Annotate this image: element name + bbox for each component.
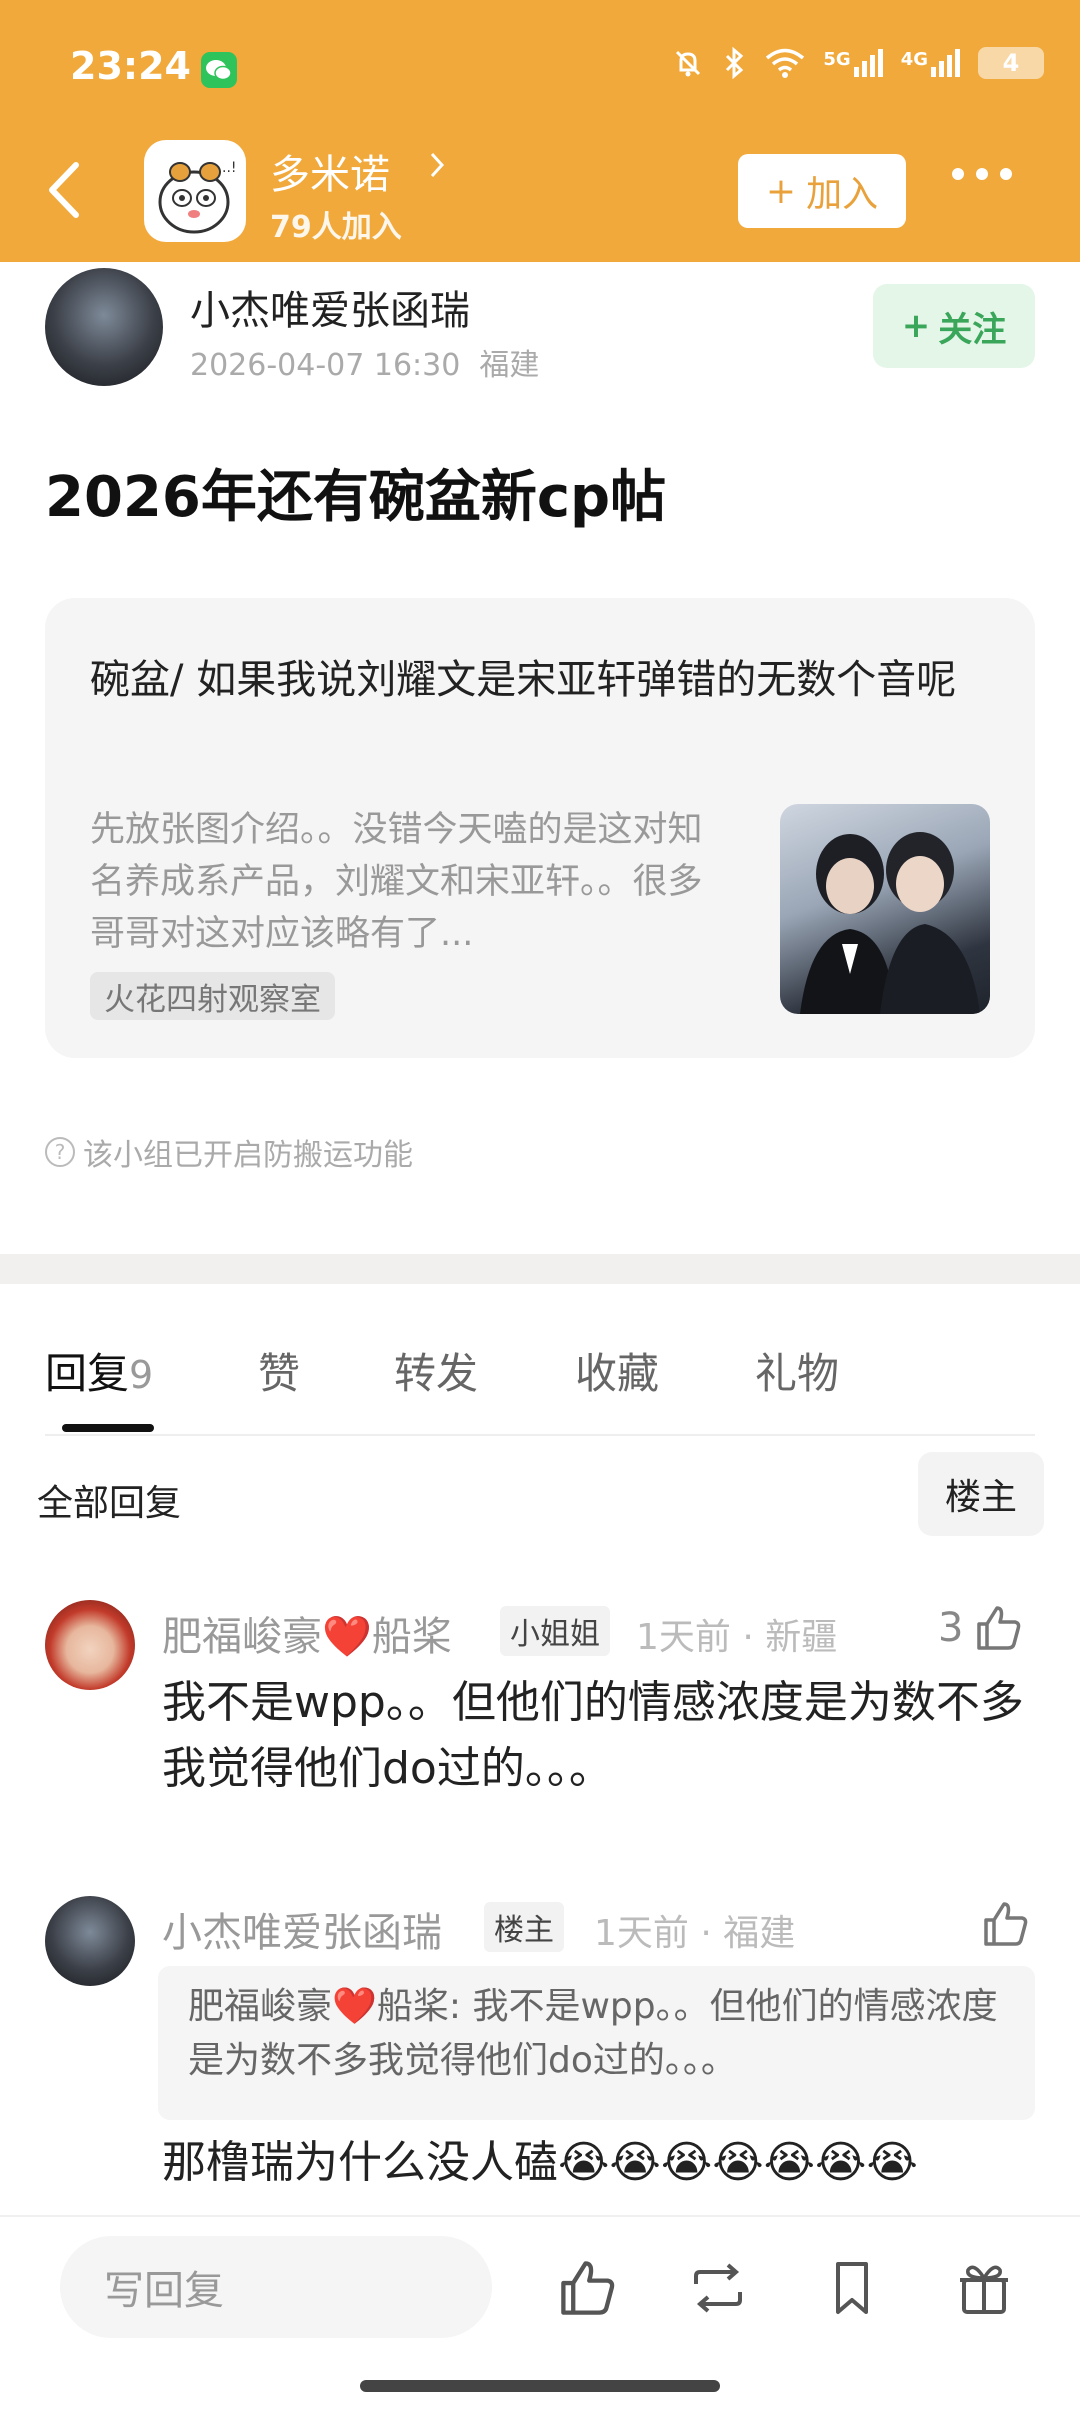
shared-post-title[interactable]: 碗盆/ 如果我说刘耀文是宋亚轩弹错的无数个音呢 [90, 646, 990, 714]
shared-post-image[interactable] [780, 804, 990, 1014]
group-name[interactable]: 多米诺 [270, 142, 390, 200]
bookmark-icon [836, 2262, 868, 2314]
more-options-button[interactable] [952, 168, 1012, 180]
section-divider [0, 1254, 1080, 1284]
commenter-name[interactable]: 小杰唯爱张函瑞 [162, 1900, 442, 1958]
repost-icon [694, 2263, 742, 2313]
wechat-notification-icon [201, 52, 237, 88]
mute-icon [676, 50, 701, 77]
chevron-right-icon[interactable] [426, 148, 448, 191]
like-count: 3 [938, 1605, 964, 1651]
gift-icon [960, 2265, 1008, 2314]
reply-input[interactable]: 写回复 [60, 2236, 492, 2338]
comment-meta: 1天前 · 新疆 [636, 1617, 838, 1658]
group-avatar[interactable]: ..! [144, 140, 246, 242]
group-header: 23:24 5G 4G 4 ..! 多米诺 79人加入 + 加入 [0, 0, 1080, 262]
like-post-button[interactable] [556, 2256, 620, 2320]
wifi-icon [766, 48, 805, 78]
status-icons: 5G 4G 4 [671, 46, 1044, 80]
thumbs-up-icon [984, 1902, 1028, 1946]
join-group-button[interactable]: + 加入 [738, 154, 906, 228]
signal-5g-icon: 5G [823, 49, 883, 77]
post-meta: 2026-04-07 16:30 福建 [190, 348, 540, 383]
commenter-avatar[interactable] [45, 1600, 135, 1690]
heart-icon: ❤️ [322, 1614, 372, 1660]
op-only-filter-button[interactable]: 楼主 [918, 1452, 1044, 1536]
question-mark-icon: ? [45, 1137, 75, 1167]
comment-meta: 1天前 · 福建 [594, 1913, 796, 1954]
user-badge: 小姐姐 [500, 1606, 610, 1656]
shared-post-excerpt[interactable]: 先放张图介绍。。没错今天嗑的是这对知名养成系产品，刘耀文和宋亚轩。。很多哥哥对这… [90, 804, 710, 960]
antitheft-notice: ? 该小组已开启防搬运功能 [45, 1130, 413, 1174]
all-replies-label[interactable]: 全部回复 [37, 1474, 181, 1526]
thumbs-up-icon [977, 1606, 1021, 1650]
gift-button[interactable] [952, 2256, 1016, 2320]
bookmark-button[interactable] [820, 2256, 884, 2320]
plus-icon: + [765, 170, 797, 212]
tab-favorites[interactable]: 收藏 [575, 1340, 659, 1401]
plus-icon: + [901, 306, 931, 346]
shared-post-tag[interactable]: 火花四射观察室 [90, 972, 335, 1020]
signal-4g-icon: 4G [901, 49, 960, 77]
comment-text: 我不是wpp。。但他们的情感浓度是为数不多我觉得他们do过的。。。 [162, 1677, 1024, 1794]
tab-gifts[interactable]: 礼物 [755, 1340, 839, 1401]
follow-button[interactable]: + 关注 [873, 284, 1035, 368]
tabs-divider [45, 1434, 1035, 1436]
bluetooth-icon [726, 46, 744, 80]
tab-replies[interactable]: 回复9 [45, 1340, 153, 1401]
thumbs-up-icon [561, 2261, 615, 2315]
active-tab-indicator [62, 1424, 154, 1432]
heart-icon: ❤️ [332, 1986, 377, 2027]
status-time: 23:24 [70, 44, 191, 88]
author-name[interactable]: 小杰唯爱张函瑞 [190, 278, 470, 336]
svg-text:..!: ..! [222, 160, 237, 176]
group-member-count: 79人加入 [270, 210, 402, 245]
comment-like-button[interactable]: 3 [938, 1602, 1025, 1654]
quoted-reply[interactable]: 肥福峻豪❤️船桨: 我不是wpp。。但他们的情感浓度是为数不多我觉得他们do过的… [158, 1966, 1035, 2120]
commenter-name[interactable]: 肥福峻豪❤️船桨 [162, 1604, 452, 1662]
tab-likes[interactable]: 赞 [258, 1340, 300, 1401]
join-label: 加入 [806, 174, 879, 215]
post-title: 2026年还有碗盆新cp帖 [45, 465, 667, 530]
back-button[interactable] [40, 155, 90, 225]
author-avatar[interactable] [45, 268, 163, 386]
commenter-avatar[interactable] [45, 1896, 135, 1986]
tab-reposts[interactable]: 转发 [394, 1340, 478, 1401]
op-badge: 楼主 [484, 1902, 564, 1952]
home-indicator[interactable] [360, 2380, 720, 2392]
comment-like-button[interactable] [980, 1898, 1032, 1950]
battery-indicator: 4 [978, 47, 1044, 79]
repost-button[interactable] [686, 2256, 750, 2320]
comment-text: 那橹瑞为什么没人磕😭😭😭😭😭😭😭 [162, 2137, 918, 2188]
